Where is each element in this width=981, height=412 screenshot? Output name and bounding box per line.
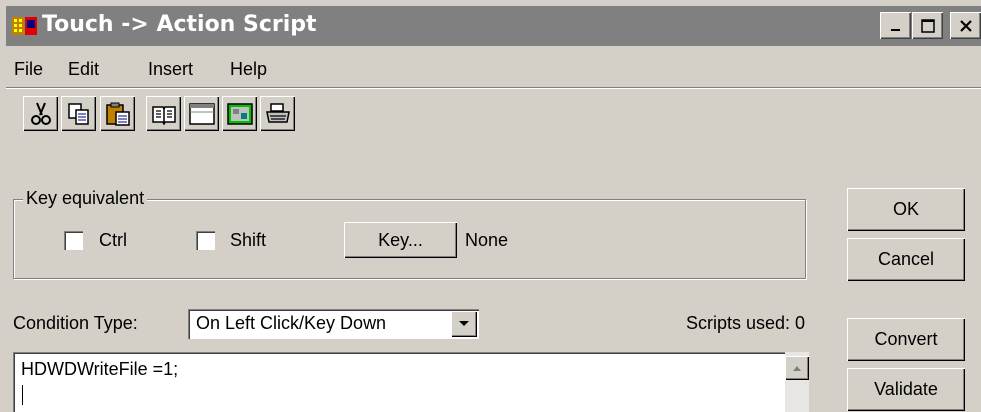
close-button[interactable] xyxy=(950,12,981,39)
minimize-button[interactable] xyxy=(880,12,911,39)
condition-type-dropdown-button[interactable] xyxy=(451,311,477,337)
print-button[interactable] xyxy=(260,96,295,131)
chevron-down-icon xyxy=(459,321,469,326)
editor-scrollbar[interactable] xyxy=(785,352,809,412)
menu-insert[interactable]: Insert xyxy=(148,59,193,80)
cut-icon xyxy=(30,102,51,125)
image-button[interactable] xyxy=(222,96,257,131)
title-bar[interactable]: Touch -> Action Script xyxy=(6,6,981,46)
cut-button[interactable] xyxy=(23,96,58,131)
print-icon xyxy=(265,102,290,123)
action-script-window: Touch -> Action Script File Edit Insert … xyxy=(0,0,981,412)
text-caret xyxy=(22,385,23,405)
ctrl-label: Ctrl xyxy=(99,230,127,250)
menu-file[interactable]: File xyxy=(14,59,43,80)
paste-icon xyxy=(105,102,130,126)
scripts-used-label: Scripts used: 0 xyxy=(686,313,806,333)
app-icon xyxy=(12,17,37,35)
menu-bar: File Edit Insert Help xyxy=(6,49,981,85)
scroll-up-button[interactable] xyxy=(785,356,809,380)
book-icon xyxy=(151,105,176,125)
key-value: None xyxy=(465,230,509,250)
key-equivalent-legend: Key equivalent xyxy=(23,188,148,209)
shift-label: Shift xyxy=(230,230,267,250)
convert-button[interactable]: Convert xyxy=(847,318,965,361)
copy-icon xyxy=(67,102,89,125)
validate-button[interactable]: Validate xyxy=(847,368,965,411)
key-button[interactable]: Key... xyxy=(344,222,457,258)
arrow-up-icon xyxy=(793,365,801,371)
copy-button[interactable] xyxy=(61,96,96,131)
maximize-icon xyxy=(920,18,935,33)
ctrl-checkbox[interactable] xyxy=(64,231,83,250)
window-title: Touch -> Action Script xyxy=(42,12,317,37)
cancel-button[interactable]: Cancel xyxy=(847,238,965,281)
shift-checkbox[interactable] xyxy=(196,231,215,250)
toolbar-separator xyxy=(6,87,981,89)
menu-help[interactable]: Help xyxy=(230,59,267,80)
script-editor[interactable]: HDWDWriteFile =1; xyxy=(13,352,809,412)
minimize-icon xyxy=(890,28,900,31)
paste-button[interactable] xyxy=(100,96,135,131)
ok-button[interactable]: OK xyxy=(847,188,965,231)
close-icon xyxy=(959,19,972,32)
book-button[interactable] xyxy=(146,96,181,131)
window-button[interactable] xyxy=(184,96,219,131)
condition-type-value: On Left Click/Key Down xyxy=(196,313,387,333)
condition-type-select[interactable]: On Left Click/Key Down xyxy=(188,309,479,339)
script-text: HDWDWriteFile =1; xyxy=(21,359,179,379)
window-icon xyxy=(188,102,215,125)
image-icon xyxy=(226,102,253,125)
menu-edit[interactable]: Edit xyxy=(68,59,99,80)
condition-type-label: Condition Type: xyxy=(13,313,138,333)
maximize-button[interactable] xyxy=(912,12,943,39)
